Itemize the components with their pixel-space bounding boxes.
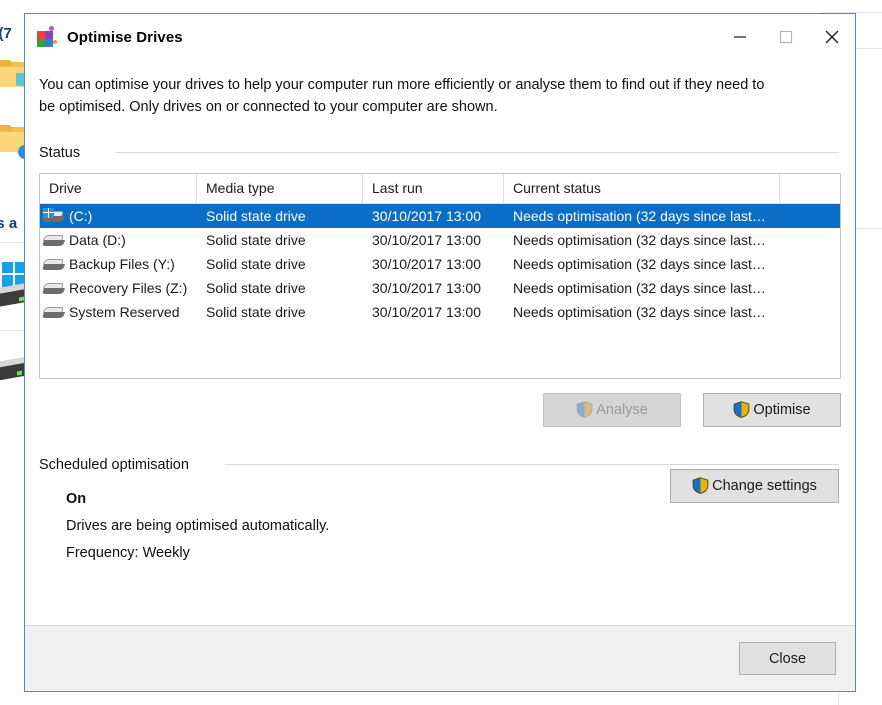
background-label: s (7 (0, 25, 12, 42)
system-drive-icon (41, 207, 66, 224)
minimize-button[interactable] (717, 15, 763, 60)
table-row[interactable]: (C:) Solid state drive 30/10/2017 13:00 … (40, 203, 840, 228)
change-settings-label: Change settings (712, 477, 817, 494)
cell-current-status: Needs optimisation (32 days since last… (513, 279, 766, 296)
column-header-current-status[interactable]: Current status (504, 173, 780, 203)
cell-drive: Data (D:) (40, 228, 197, 252)
group-rule (224, 464, 839, 466)
table-row[interactable]: System Reserved Solid state drive 30/10/… (40, 299, 840, 324)
cell-drive: (C:) (40, 204, 197, 228)
change-settings-button[interactable]: Change settings (670, 468, 839, 503)
cell-current-status: Needs optimisation (32 days since last… (513, 207, 766, 224)
cell-media-type: Solid state drive (206, 303, 306, 320)
uac-shield-icon (734, 401, 750, 419)
title-bar[interactable]: Optimise Drives (25, 14, 855, 60)
optimise-drives-dialog: Optimise Drives You can optimise your dr… (24, 13, 856, 692)
analyse-button-label: Analyse (596, 401, 648, 418)
uac-shield-icon (692, 477, 709, 495)
cell-last-run: 30/10/2017 13:00 (372, 279, 481, 296)
drive-actions: Analyse Optimise (39, 392, 841, 427)
cell-current-status: Needs optimisation (32 days since last… (513, 303, 766, 320)
close-window-button[interactable] (809, 15, 855, 60)
optimise-drives-icon (35, 26, 57, 48)
column-header-last-run[interactable]: Last run (363, 173, 504, 203)
table-row[interactable]: Recovery Files (Z:) Solid state drive 30… (40, 275, 840, 300)
cell-last-run: 30/10/2017 13:00 (372, 207, 481, 224)
drive-icon (41, 304, 66, 320)
cell-media-type: Solid state drive (206, 279, 306, 296)
drive-label: Backup Files (Y:) (69, 255, 175, 272)
optimise-button[interactable]: Optimise (703, 392, 841, 427)
table-row[interactable]: Data (D:) Solid state drive 30/10/2017 1… (40, 227, 840, 252)
schedule-frequency: Frequency: Weekly (66, 544, 190, 561)
cell-drive: System Reserved (40, 300, 197, 324)
drive-label: (C:) (69, 207, 93, 224)
column-header-media-type[interactable]: Media type (197, 173, 363, 203)
optimise-button-label: Optimise (753, 401, 811, 418)
dialog-body: You can optimise your drives to help you… (25, 60, 855, 625)
scheduled-optimisation-section: Scheduled optimisation On Drives are bei… (39, 457, 841, 561)
status-group-label: Status (39, 144, 81, 161)
close-button[interactable]: Close (739, 642, 836, 675)
cell-last-run: 30/10/2017 13:00 (372, 231, 481, 248)
drive-label: Recovery Files (Z:) (69, 279, 188, 296)
status-group-header: Status (39, 145, 841, 161)
drive-list-header: Drive Media type Last run Current status (40, 173, 840, 204)
drive-icon (41, 256, 66, 272)
group-rule (116, 152, 839, 154)
drive-list[interactable]: Drive Media type Last run Current status… (39, 172, 841, 379)
close-icon (825, 30, 839, 44)
cell-media-type: Solid state drive (206, 255, 306, 272)
cell-current-status: Needs optimisation (32 days since last… (513, 231, 766, 248)
uac-shield-icon (576, 401, 593, 419)
dialog-footer: Close (25, 625, 855, 691)
cell-media-type: Solid state drive (206, 207, 306, 224)
cell-media-type: Solid state drive (206, 231, 306, 248)
background-label: es a (0, 215, 18, 232)
cell-drive: Recovery Files (Z:) (40, 276, 197, 300)
cell-last-run: 30/10/2017 13:00 (372, 303, 481, 320)
drive-label: Data (D:) (69, 231, 126, 248)
analyse-button[interactable]: Analyse (543, 392, 681, 427)
drive-icon (41, 232, 66, 248)
close-button-label: Close (768, 650, 807, 667)
cell-current-status: Needs optimisation (32 days since last… (513, 255, 766, 272)
drive-icon (41, 280, 66, 296)
intro-text: You can optimise your drives to help you… (39, 77, 765, 116)
cell-drive: Backup Files (Y:) (40, 252, 197, 276)
column-header-drive[interactable]: Drive (40, 173, 197, 203)
table-row[interactable]: Backup Files (Y:) Solid state drive 30/1… (40, 251, 840, 276)
maximize-button[interactable] (763, 15, 809, 60)
window-title: Optimise Drives (67, 28, 183, 46)
schedule-description: Drives are being optimised automatically… (66, 517, 330, 534)
maximize-icon (779, 30, 793, 44)
scheduled-group-label: Scheduled optimisation (39, 456, 189, 473)
minimize-icon (734, 36, 746, 38)
cell-last-run: 30/10/2017 13:00 (372, 255, 481, 272)
drive-label: System Reserved (69, 303, 180, 320)
